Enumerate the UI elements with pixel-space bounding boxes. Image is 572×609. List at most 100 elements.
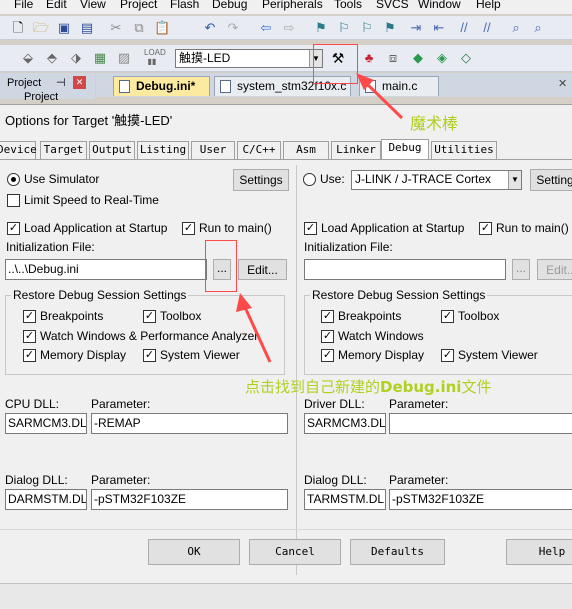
menu-help[interactable]: Help [476, 0, 501, 11]
new-file-icon[interactable]: 🗋 [10, 20, 26, 36]
driver-dll-field[interactable]: SARMCM3.DLL [304, 413, 386, 434]
cut-icon[interactable]: ✂ [108, 20, 124, 36]
browse-init-file-right-button[interactable]: ... [512, 259, 530, 280]
init-file-field[interactable]: ..\..\Debug.ini [5, 259, 207, 280]
system-viewer-checkbox[interactable]: ✓ [143, 349, 156, 362]
defaults-button[interactable]: Defaults [350, 539, 445, 565]
menu-view[interactable]: View [80, 0, 106, 11]
breakpoints-right-checkbox[interactable]: ✓ [321, 310, 334, 323]
runtime-env-icon[interactable]: ◆ [410, 50, 426, 66]
init-file-right-field[interactable] [304, 259, 506, 280]
tab-device[interactable]: Device [0, 141, 37, 159]
next-bookmark-icon[interactable]: ⚐ [359, 20, 375, 36]
menu-svcs[interactable]: SVCS [376, 0, 409, 11]
redo-icon[interactable]: ↷ [225, 20, 241, 36]
pack-installer-icon[interactable]: ◈ [434, 50, 450, 66]
menu-tools[interactable]: Tools [334, 0, 362, 11]
tab-output[interactable]: Output [89, 141, 135, 159]
open-folder-icon[interactable]: 🗁 [33, 20, 49, 36]
load-app-checkbox[interactable]: ✓ [7, 222, 20, 235]
load-app-right-checkbox[interactable]: ✓ [304, 222, 317, 235]
save-icon[interactable]: ▣ [56, 20, 72, 36]
toolbox-checkbox[interactable]: ✓ [143, 310, 156, 323]
translate-icon[interactable]: ⬙ [20, 50, 36, 66]
menu-edit[interactable]: Edit [46, 0, 67, 11]
tab-target[interactable]: Target [40, 141, 87, 159]
bookmark-icon[interactable]: ⚑ [313, 20, 329, 36]
batch-build-icon[interactable]: ▦ [92, 50, 108, 66]
menu-peripherals[interactable]: Peripherals [262, 0, 323, 11]
tab-listing[interactable]: Listing [137, 141, 189, 159]
dialog-param-label: Parameter: [91, 473, 151, 487]
dialog-dll-field[interactable]: DARMSTM.DLL [5, 489, 87, 510]
ok-button[interactable]: OK [148, 539, 240, 565]
tab-utilities[interactable]: Utilities [431, 141, 497, 159]
build-icon[interactable]: ⬘ [44, 50, 60, 66]
save-all-icon[interactable]: ▤ [79, 20, 95, 36]
system-viewer-right-checkbox[interactable]: ✓ [441, 349, 454, 362]
dialog-param-field[interactable]: -pSTM32F103ZE [91, 489, 288, 510]
rebuild-icon[interactable]: ⬗ [68, 50, 84, 66]
undo-icon[interactable]: ↶ [202, 20, 218, 36]
copy-icon[interactable]: ⧉ [131, 20, 147, 36]
file-extensions-icon[interactable]: ⧈ [385, 50, 401, 66]
help-button[interactable]: Help [506, 539, 572, 565]
paste-icon[interactable]: 📋 [154, 20, 170, 36]
menu-project[interactable]: Project [120, 0, 157, 11]
breakpoints-checkbox[interactable]: ✓ [23, 310, 36, 323]
driver-param-field[interactable] [389, 413, 572, 434]
nav-back-icon[interactable]: ⇦ [258, 20, 274, 36]
tab-linker[interactable]: Linker [331, 141, 381, 159]
cpu-dll-field[interactable]: SARMCM3.DLL [5, 413, 87, 434]
debug-driver-select[interactable]: J-LINK / J-TRACE Cortex ▼ [351, 170, 522, 190]
edit-init-file-right-button[interactable]: Edit... [537, 259, 572, 280]
simulator-settings-button[interactable]: Settings [233, 169, 289, 191]
comment-icon[interactable]: // [456, 20, 472, 36]
prev-bookmark-icon[interactable]: ⚐ [336, 20, 352, 36]
uncomment-icon[interactable]: // [479, 20, 495, 36]
find-icon[interactable]: ⌕ [508, 20, 524, 36]
menu-flash[interactable]: Flash [170, 0, 199, 11]
find-in-files-icon[interactable]: ⌕ [530, 20, 546, 36]
close-icon[interactable]: ✕ [73, 76, 86, 89]
watch-windows-checkbox[interactable]: ✓ [23, 330, 36, 343]
driver-settings-button[interactable]: Settings [530, 169, 572, 191]
menu-window[interactable]: Window [418, 0, 461, 11]
close-icon[interactable]: ✕ [558, 77, 567, 90]
use-simulator-radio[interactable] [7, 173, 20, 186]
select-packs-icon[interactable]: ◇ [458, 50, 474, 66]
menu-debug[interactable]: Debug [212, 0, 247, 11]
cancel-button[interactable]: Cancel [249, 539, 341, 565]
chevron-down-icon[interactable]: ▼ [508, 171, 521, 189]
target-select[interactable]: 触摸-LED ▼ [175, 49, 323, 68]
project-tree-item[interactable]: Project [24, 91, 58, 103]
limit-speed-checkbox[interactable] [7, 194, 20, 207]
pin-icon[interactable]: ⊣ [56, 76, 66, 89]
edit-init-file-button[interactable]: Edit... [238, 259, 287, 280]
tab-main-c[interactable]: main.c [359, 76, 439, 96]
tab-asm[interactable]: Asm [283, 141, 329, 159]
tab-user[interactable]: User [191, 141, 235, 159]
stop-build-icon[interactable]: ▨ [116, 50, 132, 66]
tab-cc[interactable]: C/C++ [237, 141, 281, 159]
tab-debug-ini[interactable]: Debug.ini* [113, 76, 210, 96]
memory-display-right-checkbox[interactable]: ✓ [321, 349, 334, 362]
download-icon[interactable]: LOAD ▮▮ [144, 48, 166, 66]
indent-icon[interactable]: ⇥ [408, 20, 424, 36]
manage-components-icon[interactable]: ♣ [361, 50, 377, 66]
dialog-dll-right-field[interactable]: TARMSTM.DLL [304, 489, 386, 510]
toolbox-right-checkbox[interactable]: ✓ [441, 310, 454, 323]
menu-file[interactable]: File [14, 0, 33, 11]
memory-display-checkbox[interactable]: ✓ [23, 349, 36, 362]
run-to-main-checkbox[interactable]: ✓ [182, 222, 195, 235]
tab-debug[interactable]: Debug [381, 139, 429, 160]
unindent-icon[interactable]: ⇤ [431, 20, 447, 36]
cpu-param-field[interactable]: -REMAP [91, 413, 288, 434]
use-driver-radio[interactable] [303, 173, 316, 186]
clear-bookmark-icon[interactable]: ⚑ [382, 20, 398, 36]
tab-label: main.c [382, 79, 418, 93]
watch-windows-right-checkbox[interactable]: ✓ [321, 330, 334, 343]
run-to-main-right-checkbox[interactable]: ✓ [479, 222, 492, 235]
nav-forward-icon[interactable]: ⇨ [281, 20, 297, 36]
dialog-param-right-field[interactable]: -pSTM32F103ZE [389, 489, 572, 510]
